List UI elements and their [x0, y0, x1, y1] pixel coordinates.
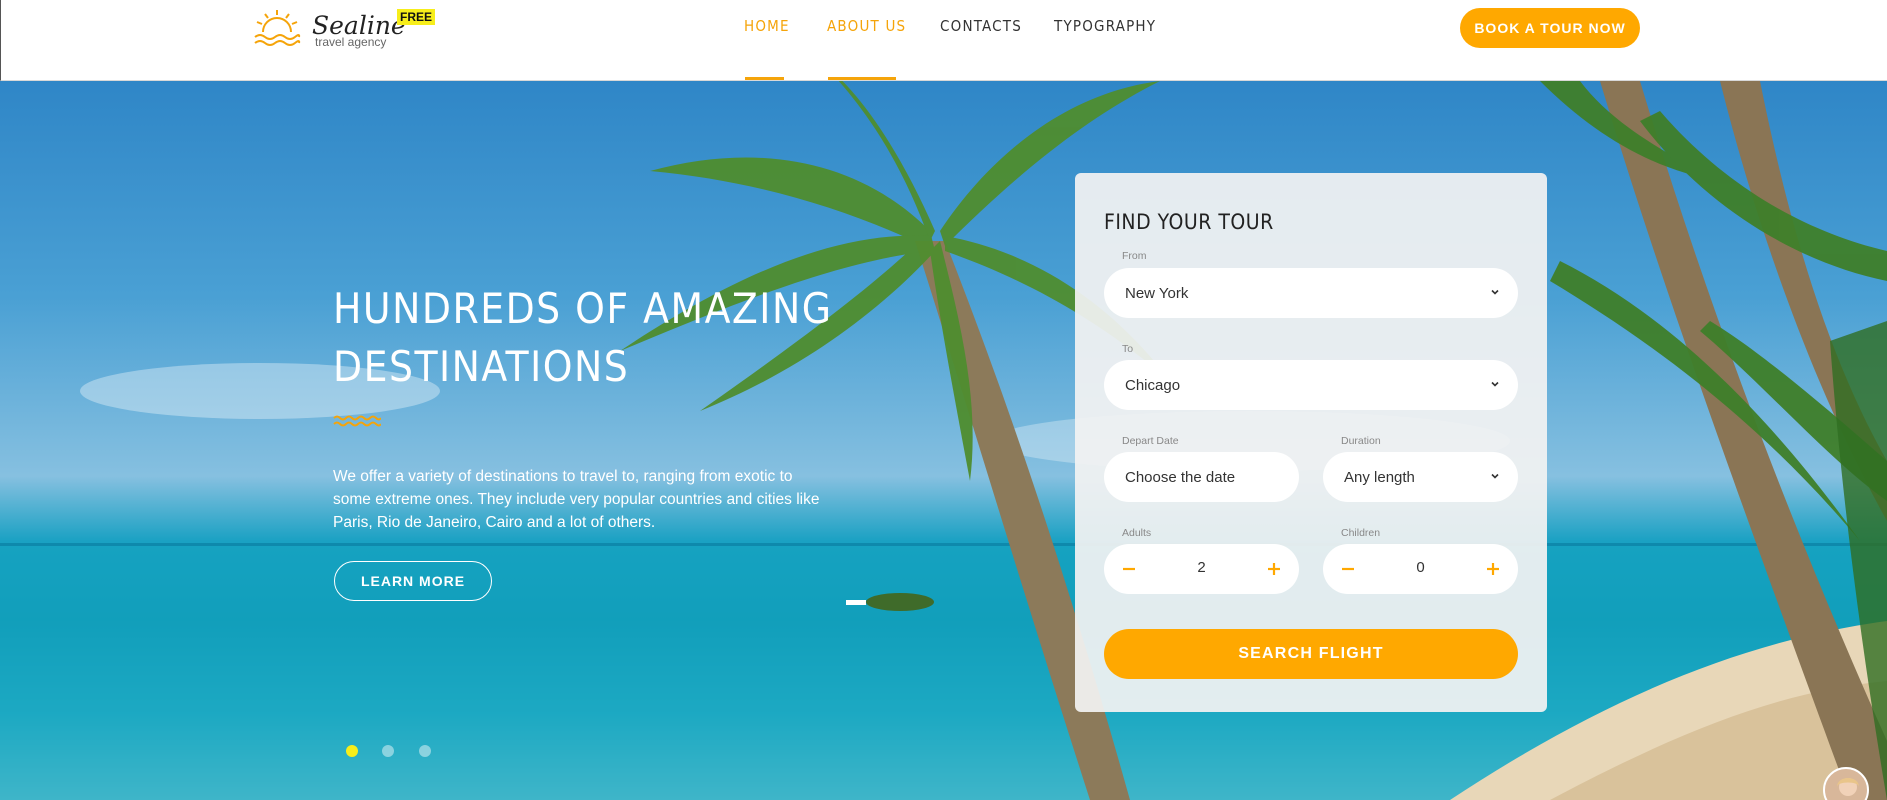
hero-description: We offer a variety of destinations to tr…	[333, 468, 820, 531]
plus-icon[interactable]	[1263, 558, 1285, 580]
chevron-down-icon	[1491, 381, 1499, 387]
search-flight-button[interactable]: SEARCH FLIGHT	[1104, 629, 1518, 679]
learn-more-button[interactable]: LEARN MORE	[334, 561, 492, 601]
children-stepper: 0	[1323, 544, 1518, 594]
minus-icon[interactable]	[1337, 558, 1359, 580]
hero-title: HUNDREDS OF AMAZING DESTINATIONS	[333, 280, 853, 396]
depart-date-value: Choose the date	[1125, 468, 1236, 486]
nav-about-underline	[828, 77, 896, 80]
form-title: FIND YOUR TOUR	[1104, 210, 1274, 234]
depart-date-input[interactable]: Choose the date	[1104, 452, 1299, 502]
free-badge: FREE	[397, 9, 436, 25]
adults-stepper: 2	[1104, 544, 1299, 594]
chevron-down-icon	[1491, 473, 1499, 479]
site-header: Sealine travel agency FREE HOME ABOUT US…	[0, 0, 1887, 81]
children-label: Children	[1341, 527, 1381, 539]
plus-icon[interactable]	[1482, 558, 1504, 580]
nav-item-about-us[interactable]: ABOUT US	[827, 17, 906, 35]
nav-item-contacts[interactable]: CONTACTS	[940, 17, 1022, 35]
nav-home-underline	[745, 77, 784, 80]
duration-select[interactable]: Any length	[1323, 452, 1518, 502]
depart-date-label: Depart Date	[1122, 435, 1179, 447]
sun-logo-icon	[254, 10, 301, 46]
beach-background-image	[0, 81, 1887, 800]
from-select[interactable]: New York	[1104, 268, 1518, 318]
from-label: From	[1122, 250, 1147, 262]
nav-item-home[interactable]: HOME	[744, 17, 790, 35]
chevron-down-icon	[1491, 289, 1499, 295]
from-value: New York	[1125, 284, 1189, 302]
duration-value: Any length	[1344, 468, 1415, 486]
hero-title-line1: HUNDREDS OF AMAZING	[333, 284, 833, 333]
nav-item-typography[interactable]: TYPOGRAPHY	[1054, 17, 1156, 35]
wave-divider-icon	[333, 415, 381, 427]
hero-title-line2: DESTINATIONS	[333, 342, 630, 391]
duration-label: Duration	[1341, 435, 1381, 447]
to-label: To	[1122, 343, 1134, 355]
slider-dot-2[interactable]	[382, 745, 394, 757]
hero-section: HUNDREDS OF AMAZING DESTINATIONS We offe…	[0, 81, 1887, 800]
minus-icon[interactable]	[1118, 558, 1140, 580]
book-tour-button[interactable]: BOOK A TOUR NOW	[1460, 8, 1640, 48]
to-select[interactable]: Chicago	[1104, 360, 1518, 410]
brand-tagline: travel agency	[315, 35, 387, 49]
slider-dot-3[interactable]	[419, 745, 431, 757]
user-avatar-icon	[1837, 778, 1859, 796]
find-tour-form: FIND YOUR TOUR From New York To Chicago …	[1075, 173, 1547, 712]
to-value: Chicago	[1125, 376, 1181, 394]
brand-logo[interactable]: Sealine travel agency FREE	[253, 8, 436, 52]
adults-label: Adults	[1122, 527, 1152, 539]
slider-dot-1[interactable]	[346, 745, 358, 757]
